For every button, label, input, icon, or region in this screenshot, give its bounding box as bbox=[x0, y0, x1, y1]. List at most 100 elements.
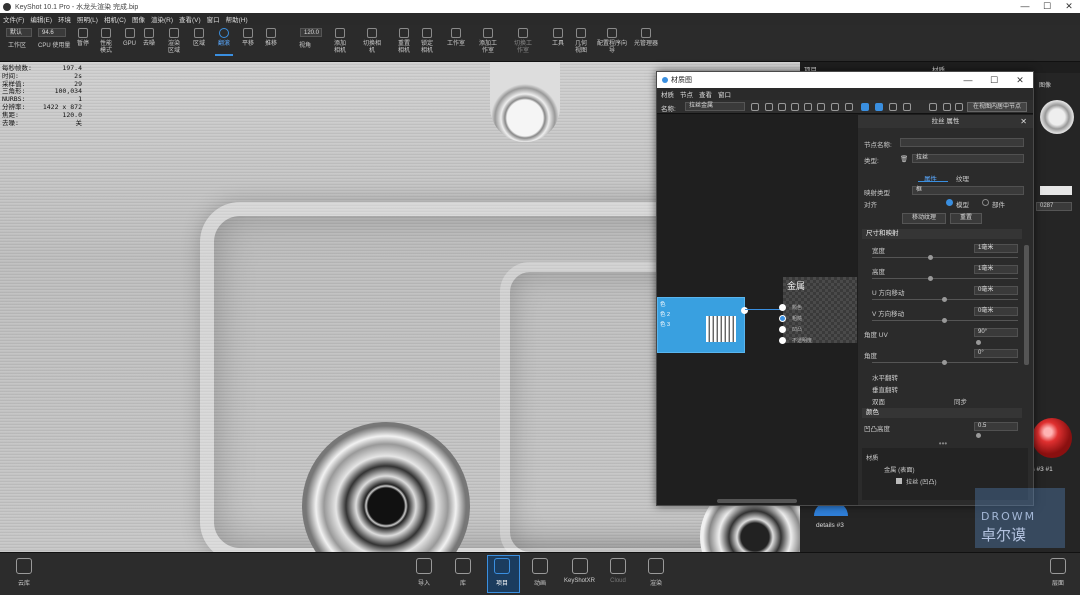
flip-v-checkbox[interactable]: 垂直翻转 bbox=[872, 384, 898, 394]
reset-button[interactable]: 重置 bbox=[950, 213, 982, 224]
metal-material-node[interactable]: 金属 颜色 粗糙 凹凸 不透明度 bbox=[779, 277, 857, 344]
workspace-select[interactable]: 默认 bbox=[6, 28, 32, 37]
color-swatch[interactable] bbox=[1040, 186, 1072, 195]
angle-uv-knob[interactable] bbox=[976, 340, 981, 345]
matmenu-material[interactable]: 材质 bbox=[661, 89, 674, 99]
cloud-library-button[interactable]: 云库 bbox=[16, 558, 32, 587]
lock-node-icon[interactable] bbox=[817, 103, 825, 111]
toolbar-dolly[interactable]: 推移 bbox=[265, 28, 277, 48]
render-button[interactable]: 渲染 bbox=[648, 558, 664, 587]
type-select[interactable]: 拉丝 bbox=[912, 154, 1024, 163]
u-shift-input[interactable]: 0毫米 bbox=[974, 286, 1018, 295]
toolbar-lock-camera[interactable]: 锁定相机 bbox=[420, 28, 434, 55]
flip-h-checkbox[interactable]: 水平翻转 bbox=[872, 372, 898, 382]
import-button[interactable]: 导入 bbox=[416, 558, 432, 587]
metal-port-color-dot[interactable] bbox=[779, 304, 786, 311]
toolbar-add-studio[interactable]: 添加工作室 bbox=[478, 28, 498, 55]
v-shift-knob[interactable] bbox=[942, 318, 947, 323]
metal-port-bump-dot[interactable] bbox=[779, 326, 786, 333]
menu-lighting[interactable]: 照明(L) bbox=[77, 14, 98, 24]
minimize-button[interactable]: — bbox=[1014, 0, 1036, 13]
toolbar-gpu[interactable]: GPU bbox=[123, 28, 136, 48]
layers-button[interactable]: 层面 bbox=[1050, 558, 1066, 587]
toolbar-pause[interactable]: 暂停 bbox=[77, 28, 89, 48]
menu-file[interactable]: 文件(F) bbox=[3, 14, 24, 24]
toolbar-switch-studio[interactable]: 切换工作室 bbox=[512, 28, 534, 55]
toolbar-cpu[interactable]: CPU 使用量 bbox=[38, 43, 70, 50]
coord-part-radio[interactable] bbox=[982, 199, 989, 206]
v-shift-input[interactable]: 0毫米 bbox=[974, 307, 1018, 316]
fit-icon[interactable] bbox=[929, 103, 937, 111]
matwin-close-button[interactable]: ✕ bbox=[1007, 72, 1033, 88]
properties-close-icon[interactable]: ✕ bbox=[1020, 115, 1027, 128]
material-preview-thumb[interactable] bbox=[1040, 100, 1074, 134]
menu-image[interactable]: 图像 bbox=[132, 14, 145, 24]
image-tab[interactable]: 图像 bbox=[1036, 83, 1054, 92]
tree-item-material[interactable]: 材质 bbox=[866, 453, 878, 462]
value-field[interactable]: 0287 bbox=[1036, 202, 1072, 211]
library-button[interactable]: 库 bbox=[455, 558, 471, 587]
width-input[interactable]: 1毫米 bbox=[974, 244, 1018, 253]
save-icon[interactable] bbox=[751, 103, 759, 111]
toolbar-reset-camera[interactable]: 重置相机 bbox=[397, 28, 411, 55]
toolbar-tools[interactable]: 工具 bbox=[552, 28, 564, 48]
bump-height-input[interactable]: 0.5 bbox=[974, 422, 1018, 431]
matwin-maximize-button[interactable]: ☐ bbox=[981, 72, 1007, 88]
tab-texture[interactable]: 纹理 bbox=[956, 173, 969, 183]
expand-icon[interactable] bbox=[943, 103, 951, 111]
toolbar-geometry-view[interactable]: 几何视图 bbox=[574, 28, 588, 55]
material-name-input[interactable]: 拉丝金属 bbox=[685, 102, 745, 111]
tree-item-metal[interactable]: 金属 (表面) bbox=[884, 465, 915, 474]
menu-edit[interactable]: 编辑(E) bbox=[30, 14, 52, 24]
sphere-icon[interactable] bbox=[765, 103, 773, 111]
coord-model-radio[interactable] bbox=[946, 199, 953, 206]
node-graph-canvas[interactable]: 色 色 2 色 3 金属 颜色 粗糙 凹凸 不透明度 bbox=[657, 115, 857, 505]
height-input[interactable]: 1毫米 bbox=[974, 265, 1018, 274]
center-nodes-button[interactable]: 在视图内居中节点 bbox=[967, 102, 1027, 112]
toolbar-denoise[interactable]: 去噪 bbox=[143, 28, 155, 48]
eye-icon[interactable] bbox=[804, 103, 812, 111]
section-size-mapping[interactable]: 尺寸和映射 bbox=[862, 229, 1022, 239]
red-material-thumb[interactable] bbox=[1032, 418, 1072, 458]
layout-icon[interactable] bbox=[861, 103, 869, 111]
animation-button[interactable]: 动画 bbox=[532, 558, 548, 587]
angle-knob[interactable] bbox=[942, 360, 947, 365]
metal-port-roughness-dot[interactable] bbox=[779, 315, 786, 322]
height-slider[interactable] bbox=[872, 278, 1018, 279]
toolbar-tumble[interactable]: 翻滚 bbox=[214, 28, 234, 56]
move-texture-button[interactable]: 移动纹理 bbox=[902, 213, 946, 224]
node-name-input[interactable] bbox=[900, 138, 1024, 147]
link-icon[interactable] bbox=[778, 103, 786, 111]
panel-splitter[interactable]: ••• bbox=[928, 439, 958, 448]
align-icon[interactable] bbox=[903, 103, 911, 111]
matwin-minimize-button[interactable]: — bbox=[955, 72, 981, 88]
graph-scrollbar[interactable] bbox=[717, 499, 797, 503]
bump-height-knob[interactable] bbox=[976, 433, 981, 438]
menu-window[interactable]: 窗口 bbox=[207, 14, 220, 24]
menu-camera[interactable]: 相机(C) bbox=[104, 14, 126, 24]
menu-view[interactable]: 查看(V) bbox=[179, 14, 201, 24]
section-color[interactable]: 颜色 bbox=[862, 408, 1022, 418]
move-icon[interactable] bbox=[955, 103, 963, 111]
arrange-icon[interactable] bbox=[889, 103, 897, 111]
cloud-button[interactable]: Cloud bbox=[610, 558, 626, 584]
toolbar-pan[interactable]: 平移 bbox=[242, 28, 254, 48]
delete-icon[interactable] bbox=[845, 103, 853, 111]
menu-environment[interactable]: 环境 bbox=[58, 14, 71, 24]
close-button[interactable]: ✕ bbox=[1058, 0, 1080, 13]
matmenu-view[interactable]: 查看 bbox=[699, 89, 712, 99]
menu-help[interactable]: 帮助(H) bbox=[226, 14, 248, 24]
width-slider[interactable] bbox=[872, 257, 1018, 258]
threshold-input[interactable]: 120.0 bbox=[300, 28, 322, 37]
zoom-input[interactable]: 94.6 bbox=[38, 28, 66, 37]
toolbar-configurator[interactable]: 配置程序向导 bbox=[597, 28, 627, 55]
matmenu-node[interactable]: 节点 bbox=[680, 89, 693, 99]
tree-item-brushed[interactable]: 拉丝 (凹凸) bbox=[906, 477, 937, 486]
keyshotxr-button[interactable]: KeyShotXR bbox=[564, 558, 595, 584]
toolbar-region[interactable]: 区域 bbox=[193, 28, 205, 48]
sync-toggle[interactable]: 同步 bbox=[954, 396, 967, 406]
grid-icon[interactable] bbox=[875, 103, 883, 111]
mapping-type-select[interactable]: 框 bbox=[912, 186, 1024, 195]
height-slider-knob[interactable] bbox=[928, 276, 933, 281]
toolbar-performance[interactable]: 性能模式 bbox=[99, 28, 113, 55]
